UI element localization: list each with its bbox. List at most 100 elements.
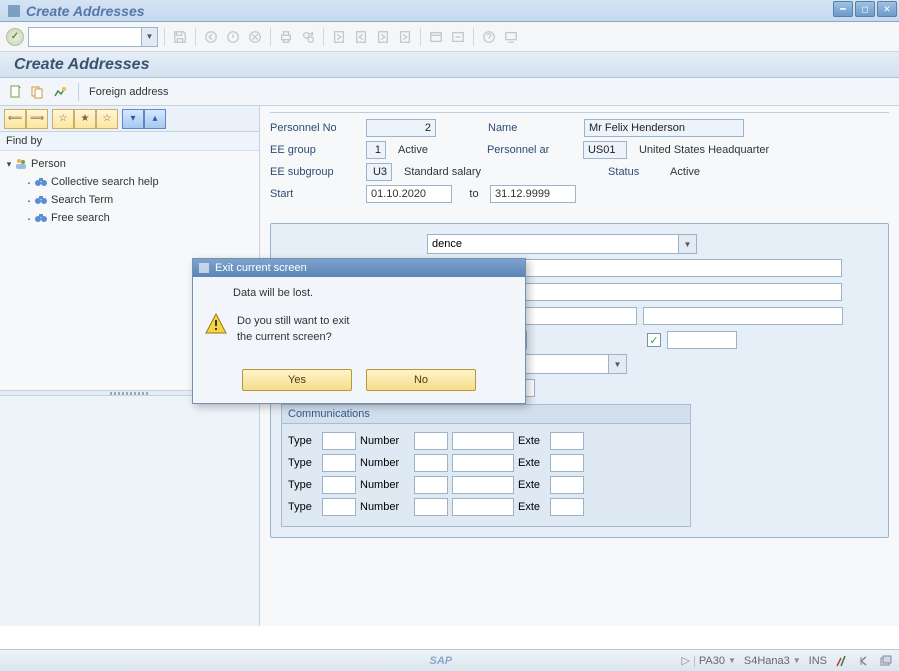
ee-group-field: 1 xyxy=(366,141,386,159)
command-field[interactable]: ▼ xyxy=(28,27,158,47)
collapse-all-icon[interactable]: ▾ xyxy=(122,109,144,129)
dialog-question-text: Do you still want to exit the current sc… xyxy=(237,313,350,345)
help-icon[interactable] xyxy=(480,28,498,46)
checkbox[interactable]: ✓ xyxy=(647,333,661,347)
comm-area-input[interactable] xyxy=(414,476,448,494)
status-signal-icon[interactable] xyxy=(835,654,849,668)
first-page-icon[interactable] xyxy=(330,28,348,46)
tree-node-person[interactable]: ▾ Person xyxy=(2,155,257,173)
to-label: to xyxy=(458,188,484,200)
tree-node-collective-search[interactable]: · Collective search help xyxy=(2,173,257,191)
personnel-area-label: Personnel ar xyxy=(487,144,577,156)
warning-icon xyxy=(205,313,227,335)
save-icon[interactable] xyxy=(171,28,189,46)
comm-type-input[interactable] xyxy=(322,432,356,450)
toolbar-separator xyxy=(78,83,79,101)
toolbar-separator xyxy=(420,28,421,46)
communications-group: Communications Type Number Exte Type Num… xyxy=(281,404,691,527)
comm-type-input[interactable] xyxy=(322,498,356,516)
dialog-body: Data will be lost. Do you still want to … xyxy=(193,277,525,363)
doc-new-icon[interactable] xyxy=(8,84,24,100)
no-button[interactable]: No xyxy=(366,369,476,391)
address-type-combo[interactable]: dence ▼ xyxy=(427,234,697,254)
personnel-no-label: Personnel No xyxy=(270,122,360,134)
status-tcode[interactable]: ▷|PA30▼ xyxy=(682,654,736,667)
fav-icon[interactable]: ★ xyxy=(74,109,96,129)
command-dropdown-icon[interactable]: ▼ xyxy=(141,28,157,46)
comm-ext-input[interactable] xyxy=(550,454,584,472)
expand-all-icon[interactable]: ▴ xyxy=(144,109,166,129)
yes-button[interactable]: Yes xyxy=(242,369,352,391)
enter-button[interactable]: ✓ xyxy=(6,28,24,46)
tree-node-search-term[interactable]: · Search Term xyxy=(2,191,257,209)
last-page-icon[interactable] xyxy=(396,28,414,46)
window-title: Create Addresses xyxy=(26,3,145,19)
find-icon[interactable] xyxy=(299,28,317,46)
start-date-input[interactable] xyxy=(366,185,452,203)
ee-subgroup-field: U3 xyxy=(366,163,392,181)
status-settings-icon[interactable] xyxy=(879,654,893,668)
comm-number-input[interactable] xyxy=(452,432,514,450)
close-button[interactable]: ✕ xyxy=(877,1,897,17)
comm-number-input[interactable] xyxy=(452,498,514,516)
doc-copy-icon[interactable] xyxy=(30,84,46,100)
toolbar-separator xyxy=(164,28,165,46)
comm-area-input[interactable] xyxy=(414,432,448,450)
address-type-value: dence xyxy=(432,238,462,250)
sapgui-menu-icon[interactable] xyxy=(8,5,20,17)
maximize-button[interactable]: ◻ xyxy=(855,1,875,17)
foreign-address-button[interactable]: Foreign address xyxy=(89,86,169,98)
dialog-titlebar[interactable]: Exit current screen xyxy=(193,259,525,277)
comm-ext-input[interactable] xyxy=(550,498,584,516)
fav-add-plus-icon[interactable]: ☆ xyxy=(96,109,118,129)
personnel-area-field: US01 xyxy=(583,141,627,159)
layout-icon[interactable] xyxy=(502,28,520,46)
district-input-2[interactable] xyxy=(643,307,843,325)
print-icon[interactable] xyxy=(277,28,295,46)
postal-extra-input[interactable] xyxy=(667,331,737,349)
personnel-no-field: 2 xyxy=(366,119,436,137)
nav-forward-icon[interactable]: ⟹ xyxy=(26,109,48,129)
minimize-button[interactable]: ━ xyxy=(833,1,853,17)
comm-number-input[interactable] xyxy=(452,454,514,472)
comm-number-input[interactable] xyxy=(452,476,514,494)
back-icon[interactable] xyxy=(202,28,220,46)
hit-list-area xyxy=(0,396,259,627)
name-label: Name xyxy=(488,122,578,134)
ee-group-label: EE group xyxy=(270,144,360,156)
comm-ext-input[interactable] xyxy=(550,476,584,494)
row-ee-subgroup: EE subgroup U3 Standard salary Status Ac… xyxy=(270,161,889,183)
comm-number-label: Number xyxy=(360,435,410,447)
status-insert-mode[interactable]: INS xyxy=(809,655,827,667)
comm-type-input[interactable] xyxy=(322,454,356,472)
cancel-icon[interactable] xyxy=(246,28,264,46)
chevron-down-icon[interactable]: ▼ xyxy=(678,235,696,253)
dialog-buttons: Yes No xyxy=(193,363,525,403)
twist-open-icon[interactable]: ▾ xyxy=(4,159,14,170)
dialog-message-2: Do you still want to exit xyxy=(237,313,350,329)
next-page-icon[interactable] xyxy=(374,28,392,46)
comm-type-label: Type xyxy=(288,501,318,513)
prev-page-icon[interactable] xyxy=(352,28,370,46)
shortcut-icon[interactable] xyxy=(449,28,467,46)
fav-add-outline-icon[interactable]: ☆ xyxy=(52,109,74,129)
nav-back-icon[interactable]: ⟸ xyxy=(4,109,26,129)
nav-icon-bar: ⟸ ⟹ ☆ ★ ☆ ▾ ▴ xyxy=(0,106,259,132)
end-date-input[interactable] xyxy=(490,185,576,203)
status-back-icon[interactable] xyxy=(857,654,871,668)
tree-label: Free search xyxy=(51,212,110,224)
comm-area-input[interactable] xyxy=(414,454,448,472)
status-system[interactable]: S4Hana3▼ xyxy=(744,655,801,667)
comm-number-label: Number xyxy=(360,479,410,491)
exit-icon[interactable] xyxy=(224,28,242,46)
comm-ext-label: Exte xyxy=(518,501,546,513)
comm-ext-input[interactable] xyxy=(550,432,584,450)
chevron-down-icon[interactable]: ▼ xyxy=(608,355,626,373)
overview-icon[interactable] xyxy=(52,84,68,100)
ee-group-text: Active xyxy=(392,144,428,156)
new-session-icon[interactable] xyxy=(427,28,445,46)
comm-area-input[interactable] xyxy=(414,498,448,516)
tree-label: Collective search help xyxy=(51,176,159,188)
tree-node-free-search[interactable]: · Free search xyxy=(2,209,257,227)
comm-type-input[interactable] xyxy=(322,476,356,494)
